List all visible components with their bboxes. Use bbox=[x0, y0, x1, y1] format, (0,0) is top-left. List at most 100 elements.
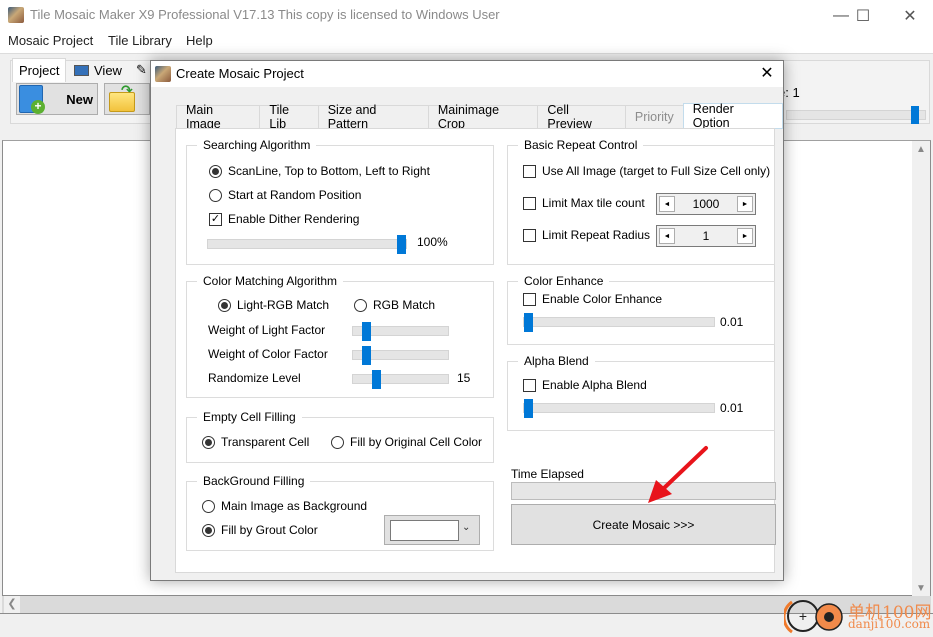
maximize-button[interactable]: ☐ bbox=[840, 0, 886, 31]
ribbon-slider[interactable] bbox=[786, 106, 926, 124]
checkbox-label: Limit Repeat Radius bbox=[542, 228, 651, 242]
background-filling-group: BackGround Filling Main Image as Backgro… bbox=[186, 474, 494, 551]
radio-label: Transparent Cell bbox=[221, 435, 310, 449]
scanline-radio[interactable]: ScanLine, Top to Bottom, Left to Right bbox=[209, 164, 430, 178]
tab-size-and-pattern[interactable]: Size and Pattern bbox=[317, 103, 428, 131]
new-project-button[interactable]: + New bbox=[16, 83, 98, 115]
color-factor-label: Weight of Color Factor bbox=[208, 347, 328, 361]
randomize-slider[interactable] bbox=[352, 370, 449, 389]
checkbox-label: Enable Alpha Blend bbox=[542, 378, 647, 392]
slider-thumb[interactable] bbox=[524, 399, 533, 418]
group-title: Basic Repeat Control bbox=[518, 138, 644, 152]
checkbox-icon bbox=[523, 378, 536, 392]
plus-icon: + bbox=[31, 100, 45, 114]
repeat-control-group: Basic Repeat Control Use All Image (targ… bbox=[507, 138, 775, 265]
radio-icon bbox=[209, 188, 222, 202]
checkbox-icon bbox=[523, 164, 536, 178]
slider-thumb[interactable] bbox=[372, 370, 381, 389]
create-mosaic-button[interactable]: Create Mosaic >>> bbox=[511, 504, 776, 545]
main-image-background-radio[interactable]: Main Image as Background bbox=[202, 499, 367, 513]
spinner-value: 1 bbox=[702, 229, 710, 243]
alpha-blend-group: Alpha Blend Enable Alpha Blend 0.01 bbox=[507, 354, 775, 431]
empty-cell-group: Empty Cell Filling Transparent Cell Fill… bbox=[186, 410, 494, 463]
slider-thumb[interactable] bbox=[362, 346, 371, 365]
color-enhance-group: Color Enhance Enable Color Enhance 0.01 bbox=[507, 274, 775, 345]
ribbon-tab-label: View bbox=[94, 62, 122, 78]
original-cell-color-radio[interactable]: Fill by Original Cell Color bbox=[331, 435, 482, 449]
dialog-title: Create Mosaic Project bbox=[176, 66, 304, 81]
decrement-icon[interactable]: ◄ bbox=[659, 196, 675, 212]
menu-help[interactable]: Help bbox=[186, 33, 213, 48]
grout-color-dropdown[interactable]: ⌄ bbox=[384, 515, 480, 545]
radio-icon bbox=[209, 164, 222, 178]
radio-icon bbox=[354, 298, 367, 312]
transparent-cell-radio[interactable]: Transparent Cell bbox=[202, 435, 309, 449]
radio-label: Fill by Grout Color bbox=[221, 523, 318, 537]
tab-cell-preview[interactable]: Cell Preview bbox=[537, 103, 625, 131]
tab-tile-lib[interactable]: Tile Lib bbox=[259, 103, 318, 131]
radio-icon bbox=[218, 298, 231, 312]
menu-mosaic-project[interactable]: Mosaic Project bbox=[8, 33, 93, 48]
light-factor-slider[interactable] bbox=[352, 322, 449, 341]
random-position-radio[interactable]: Start at Random Position bbox=[209, 188, 361, 202]
menu-tile-library[interactable]: Tile Library bbox=[108, 33, 172, 48]
max-tile-count-checkbox[interactable]: Limit Max tile count bbox=[523, 196, 645, 210]
decrement-icon[interactable]: ◄ bbox=[659, 228, 675, 244]
alpha-blend-value: 0.01 bbox=[720, 401, 744, 415]
tab-render-option[interactable]: Render Option bbox=[682, 102, 783, 130]
spinner-value: 1000 bbox=[692, 197, 720, 211]
open-project-button[interactable]: ↷ bbox=[104, 82, 150, 115]
svg-text:+: + bbox=[799, 608, 807, 624]
radio-icon bbox=[202, 523, 215, 537]
alpha-blend-checkbox[interactable]: Enable Alpha Blend bbox=[523, 378, 647, 392]
checkbox-label: Enable Dither Rendering bbox=[228, 212, 360, 226]
dither-checkbox[interactable]: ✓ Enable Dither Rendering bbox=[209, 212, 359, 226]
color-enhance-slider[interactable] bbox=[523, 313, 715, 332]
menu-bar: Mosaic Project Tile Library Help bbox=[0, 31, 933, 53]
repeat-radius-spinner[interactable]: ◄ 1 ► bbox=[656, 225, 756, 247]
slider-thumb[interactable] bbox=[362, 322, 371, 341]
light-rgb-radio[interactable]: Light-RGB Match bbox=[218, 298, 329, 312]
group-title: Empty Cell Filling bbox=[197, 410, 302, 424]
grout-color-swatch bbox=[390, 520, 459, 541]
app-icon bbox=[8, 7, 24, 23]
close-button[interactable]: ✕ bbox=[887, 0, 933, 31]
slider-thumb[interactable] bbox=[524, 313, 533, 332]
use-all-image-checkbox[interactable]: Use All Image (target to Full Size Cell … bbox=[523, 164, 770, 178]
dither-slider[interactable] bbox=[207, 235, 407, 254]
tab-mainimage-crop[interactable]: Mainimage Crop bbox=[427, 103, 538, 131]
color-enhance-checkbox[interactable]: Enable Color Enhance bbox=[523, 292, 662, 306]
color-enhance-value: 0.01 bbox=[720, 315, 744, 329]
repeat-radius-checkbox[interactable]: Limit Repeat Radius bbox=[523, 228, 650, 242]
radio-label: RGB Match bbox=[373, 298, 436, 312]
increment-icon[interactable]: ► bbox=[737, 228, 753, 244]
ribbon-tab-project[interactable]: Project bbox=[12, 58, 67, 82]
pencil-icon: ✎ bbox=[136, 62, 147, 77]
vertical-scrollbar[interactable] bbox=[912, 141, 930, 596]
tab-main-image[interactable]: Main Image bbox=[176, 103, 260, 131]
searching-algorithm-group: Searching Algorithm ScanLine, Top to Bot… bbox=[186, 138, 494, 265]
max-tile-count-spinner[interactable]: ◄ 1000 ► bbox=[656, 193, 756, 215]
grout-color-radio[interactable]: Fill by Grout Color bbox=[202, 523, 318, 537]
tab-priority[interactable]: Priority bbox=[624, 105, 683, 129]
app-titlebar: Tile Mosaic Maker X9 Professional V17.13… bbox=[0, 0, 933, 31]
slider-thumb[interactable] bbox=[397, 235, 406, 254]
color-factor-slider[interactable] bbox=[352, 346, 449, 365]
checkbox-icon: ✓ bbox=[209, 212, 222, 226]
alpha-blend-slider[interactable] bbox=[523, 399, 715, 418]
ribbon-tab-view[interactable]: View bbox=[68, 58, 128, 82]
dialog-tabs: Main Image Tile Lib Size and Pattern Mai… bbox=[176, 102, 783, 131]
chevron-down-icon: ⌄ bbox=[462, 522, 471, 533]
ribbon-slider-thumb[interactable] bbox=[911, 106, 919, 124]
scroll-up-icon[interactable]: ▲ bbox=[912, 141, 930, 158]
annotation-arrow-icon bbox=[648, 446, 708, 503]
increment-icon[interactable]: ► bbox=[737, 196, 753, 212]
checkbox-label: Use All Image (target to Full Size Cell … bbox=[542, 164, 771, 178]
radio-label: Start at Random Position bbox=[228, 188, 362, 202]
scroll-left-icon[interactable]: ❮ bbox=[4, 596, 20, 613]
scroll-down-icon[interactable]: ▼ bbox=[912, 580, 930, 597]
dialog-close-button[interactable]: ✕ bbox=[755, 63, 779, 85]
dialog-app-icon bbox=[155, 66, 171, 82]
rgb-match-radio[interactable]: RGB Match bbox=[354, 298, 435, 312]
randomize-value: 15 bbox=[457, 371, 471, 385]
